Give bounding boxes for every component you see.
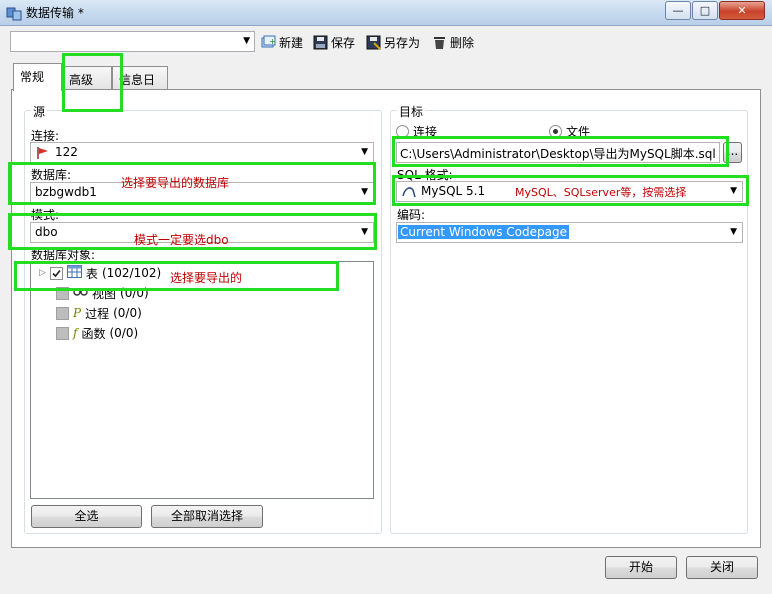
select-all-button[interactable]: 全选 xyxy=(31,505,142,528)
new-label: 新建 xyxy=(279,35,304,50)
maximize-button[interactable]: □ xyxy=(692,1,718,20)
encoding-value: Current Windows Codepage xyxy=(398,225,569,239)
new-button[interactable]: + 新建 xyxy=(261,33,303,51)
save-as-icon xyxy=(366,35,381,50)
close-button[interactable]: 关闭 xyxy=(686,556,758,579)
save-button[interactable]: 保存 xyxy=(313,33,355,51)
encoding-value-wrap: Current Windows Codepage xyxy=(398,225,569,239)
target-group-label: 目标 xyxy=(397,103,426,120)
schema-annotation: 模式一定要选dbo xyxy=(134,233,229,247)
tree-item-count: (0/0) xyxy=(113,306,142,320)
trash-icon xyxy=(432,35,447,50)
tree-item-label: 函数 xyxy=(81,326,106,341)
database-objects-tree[interactable]: ▷ 表 (102/102) 视图 (0/0) P 过程 (0/0) f 函数 (… xyxy=(30,261,374,499)
tree-item-label: 过程 xyxy=(85,306,110,321)
chevron-down-icon: ▼ xyxy=(243,36,250,46)
database-annotation: 选择要导出的数据库 xyxy=(121,176,230,190)
connection-combo[interactable]: 122 ▼ xyxy=(30,142,374,163)
delete-button[interactable]: 删除 xyxy=(432,33,474,51)
profile-combo[interactable]: ▼ xyxy=(10,31,255,52)
highlight-box-advanced-tab xyxy=(62,53,123,112)
close-window-button[interactable]: ✕ xyxy=(719,1,765,20)
objects-annotation: 选择要导出的 xyxy=(170,271,243,285)
delete-label: 删除 xyxy=(450,35,475,50)
save-icon xyxy=(313,35,328,50)
source-group-label: 源 xyxy=(31,103,48,120)
minimize-button[interactable]: — xyxy=(665,1,691,20)
svg-text:+: + xyxy=(269,37,276,46)
window-title: 数据传输 * xyxy=(26,6,84,20)
encoding-combo[interactable]: Current Windows Codepage ▼ xyxy=(396,222,743,243)
new-icon: + xyxy=(261,35,276,50)
highlight-box-file-path xyxy=(392,136,729,167)
tab-general[interactable]: 常规 xyxy=(13,63,62,91)
save-as-label: 另存为 xyxy=(384,35,421,50)
data-transfer-app-icon xyxy=(6,5,22,21)
save-as-button[interactable]: 另存为 xyxy=(366,33,420,51)
tree-item-count: (0/0) xyxy=(109,326,139,340)
tree-item-functions[interactable]: f 函数 (0/0) xyxy=(56,324,138,342)
title-bar xyxy=(0,0,772,26)
start-button[interactable]: 开始 xyxy=(605,556,677,579)
procedures-checkbox[interactable] xyxy=(56,306,69,320)
functions-checkbox[interactable] xyxy=(56,326,69,340)
connection-flag-icon xyxy=(36,146,50,163)
connection-value: 122 xyxy=(55,145,78,159)
format-annotation: MySQL、SQLserver等，按需选择 xyxy=(515,186,687,199)
procedure-icon: P xyxy=(73,306,82,320)
function-icon: f xyxy=(73,326,78,340)
tree-item-procedures[interactable]: P 过程 (0/0) xyxy=(56,304,142,322)
deselect-all-button[interactable]: 全部取消选择 xyxy=(151,505,263,528)
chevron-down-icon: ▼ xyxy=(730,227,737,237)
encoding-label: 编码: xyxy=(397,208,426,222)
save-label: 保存 xyxy=(331,35,356,50)
chevron-down-icon: ▼ xyxy=(361,147,368,157)
